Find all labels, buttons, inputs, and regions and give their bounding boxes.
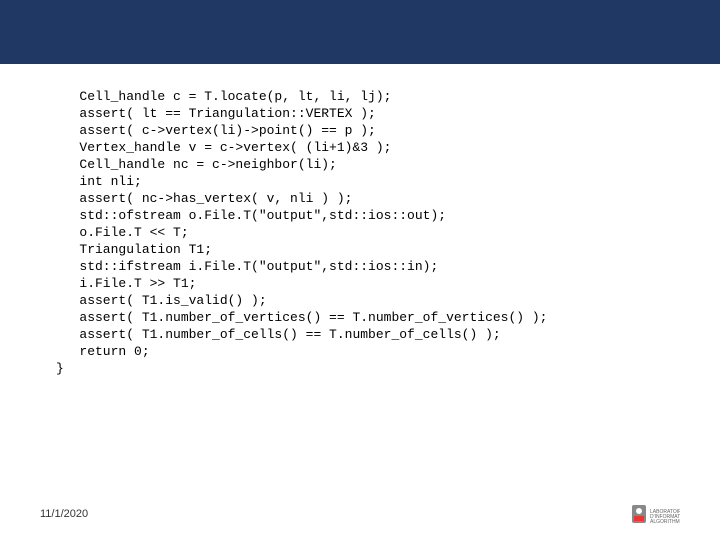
slide-date: 11/1/2020: [40, 508, 88, 520]
code-line: Cell_handle nc = c->neighbor(li);: [56, 157, 337, 172]
logo-icon: LABORATOIRE D'INFORMATIQUE ALGORITHMES: [632, 503, 680, 525]
code-line: std::ofstream o.File.T("output",std::ios…: [56, 208, 446, 223]
code-line: assert( T1.number_of_vertices() == T.num…: [56, 310, 547, 325]
code-line: assert( lt == Triangulation::VERTEX );: [56, 106, 376, 121]
code-line: Cell_handle c = T.locate(p, lt, li, lj);: [56, 89, 391, 104]
slide: Cell_handle c = T.locate(p, lt, li, lj);…: [0, 0, 720, 540]
code-line: Vertex_handle v = c->vertex( (li+1)&3 );: [56, 140, 391, 155]
code-line: int nli;: [56, 174, 142, 189]
code-line: return 0;: [56, 344, 150, 359]
svg-text:ALGORITHMES: ALGORITHMES: [650, 519, 680, 525]
logo: LABORATOIRE D'INFORMATIQUE ALGORITHMES: [632, 503, 680, 525]
code-line: i.File.T >> T1;: [56, 276, 196, 291]
code-line: o.File.T << T;: [56, 225, 189, 240]
code-block: Cell_handle c = T.locate(p, lt, li, lj);…: [56, 88, 696, 377]
footer: 11/1/2020 LABORATOIRE D'INFORMATIQUE ALG…: [40, 502, 680, 526]
title-bar: [0, 0, 720, 64]
code-line: assert( nc->has_vertex( v, nli ) );: [56, 191, 352, 206]
code-line: assert( T1.is_valid() );: [56, 293, 267, 308]
code-line: assert( T1.number_of_cells() == T.number…: [56, 327, 501, 342]
code-line: std::ifstream i.File.T("output",std::ios…: [56, 259, 438, 274]
code-line: assert( c->vertex(li)->point() == p );: [56, 123, 376, 138]
code-line: Triangulation T1;: [56, 242, 212, 257]
code-line: }: [56, 361, 64, 376]
